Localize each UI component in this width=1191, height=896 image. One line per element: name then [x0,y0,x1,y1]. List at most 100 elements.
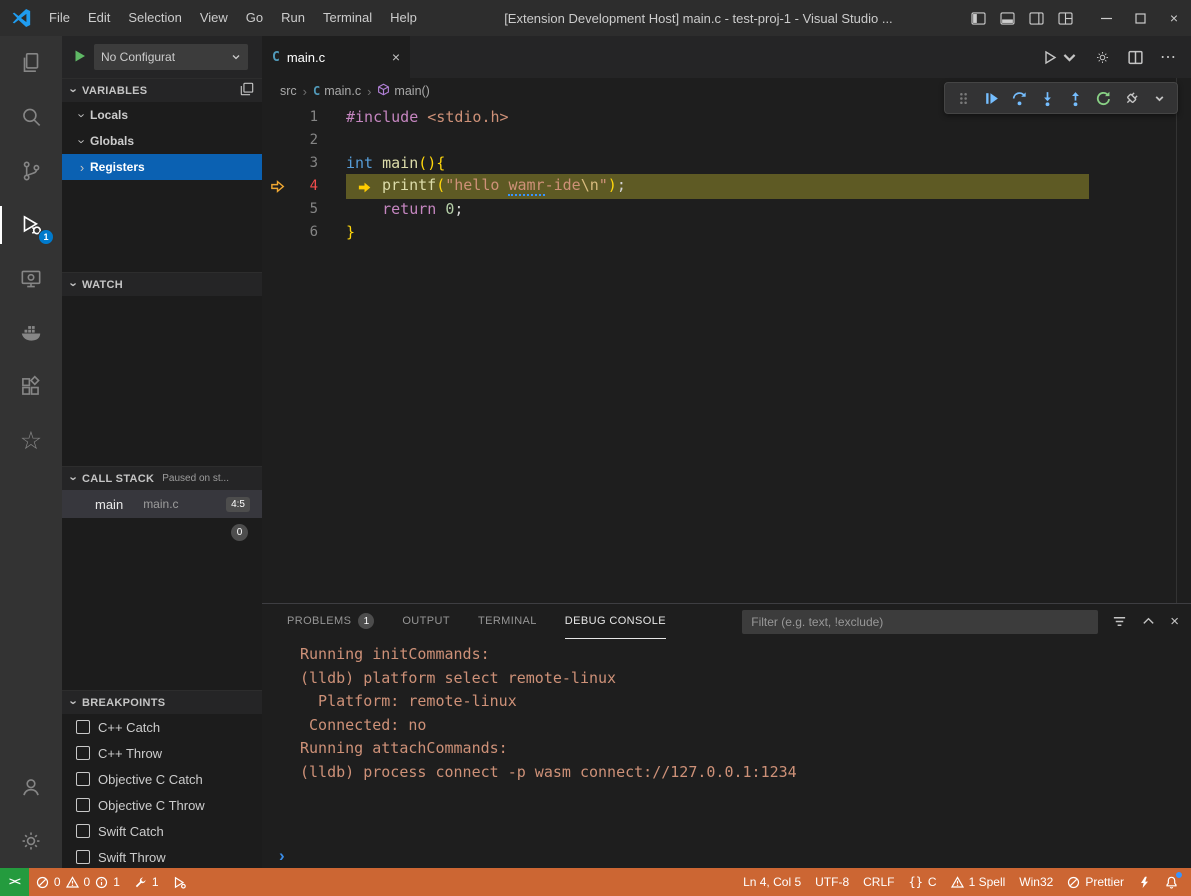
menu-view[interactable]: View [191,0,237,36]
checkbox-unchecked-icon[interactable] [76,798,90,812]
menu-run[interactable]: Run [272,0,314,36]
launch-config-dropdown[interactable]: No Configurat [94,44,248,70]
variables-item-globals[interactable]: › Globals [62,128,262,154]
breadcrumb-file[interactable]: C main.c [313,84,361,98]
close-tab-icon[interactable]: × [392,49,400,65]
toolbar-drag-grip[interactable] [951,85,975,111]
step-into-button[interactable] [1035,85,1059,111]
sidebar-item-remote-explorer[interactable] [0,252,62,306]
notifications-bell[interactable] [1158,868,1185,896]
breakpoint-c-throw[interactable]: C++ Throw [62,740,262,766]
minimize-button[interactable] [1089,0,1123,36]
spell-checker-status[interactable]: 1 Spell [944,868,1013,896]
call-stack-section-header[interactable]: › CALL STACK Paused on st... [62,466,262,490]
debug-console-output[interactable]: Running initCommands:(lldb) platform sel… [262,639,1191,844]
sidebar-item-docker[interactable] [0,306,62,360]
maximize-button[interactable] [1123,0,1157,36]
debug-options-chevron[interactable] [1147,85,1171,111]
language-mode[interactable]: {} C [901,868,943,896]
variables-section-header[interactable]: › VARIABLES [62,78,262,102]
toggle-panel-icon[interactable] [1000,12,1015,25]
code-text[interactable]: printf("hello wamr-ide\n"); [346,174,1089,199]
breadcrumb-symbol[interactable]: main() [377,83,429,99]
stack-frame-row[interactable]: main main.c 4:5 [62,490,262,518]
breakpoint-objective-c-catch[interactable]: Objective C Catch [62,766,262,792]
menu-go[interactable]: Go [237,0,272,36]
editor-scrollbar[interactable] [1176,78,1191,603]
debug-sidebar: No Configurat › VARIABLES › Locals › Glo… [62,36,262,868]
menu-terminal[interactable]: Terminal [314,0,381,36]
customize-layout-icon[interactable] [1058,12,1073,25]
checkbox-unchecked-icon[interactable] [76,824,90,838]
close-window-button[interactable]: × [1157,0,1191,36]
variables-item-registers[interactable]: › Registers [62,154,262,180]
sidebar-item-source-control[interactable] [0,144,62,198]
panel-tab-problems[interactable]: PROBLEMS1 [287,604,374,639]
maximize-panel-chevron-icon[interactable] [1141,614,1156,629]
debug-console-input[interactable]: › [262,844,1191,868]
checkbox-unchecked-icon[interactable] [76,720,90,734]
cursor-position[interactable]: Ln 4, Col 5 [736,868,808,896]
breakpoint-objective-c-throw[interactable]: Objective C Throw [62,792,262,818]
source-control-icon [18,158,44,184]
remote-indicator[interactable]: >< [0,868,29,896]
disconnect-button[interactable] [1119,85,1143,111]
close-panel-icon[interactable]: × [1170,613,1179,630]
split-editor-icon[interactable] [1127,49,1144,66]
console-filter-input[interactable] [742,610,1098,634]
account-button[interactable] [0,760,62,814]
continue-button[interactable] [979,85,1003,111]
settings-button[interactable] [0,814,62,868]
debug-status-item[interactable] [166,868,193,896]
sidebar-item-extensions[interactable] [0,360,62,414]
sidebar-item-search[interactable] [0,90,62,144]
checkbox-unchecked-icon[interactable] [76,850,90,864]
checkbox-unchecked-icon[interactable] [76,746,90,760]
code-editor[interactable]: 1 #include <stdio.h> 2 3 int main(){ 4 p… [262,104,1191,603]
run-file-button[interactable] [1042,49,1078,66]
tasks-status[interactable]: 1 [127,868,166,896]
collapse-all-icon[interactable] [240,82,254,99]
sidebar-item-run-debug[interactable]: 1 [0,198,62,252]
panel-tab-terminal[interactable]: TERMINAL [478,604,537,639]
panel-tab-debug-console[interactable]: DEBUG CONSOLE [565,604,666,639]
activity-bar-spacer [0,468,62,760]
menu-edit[interactable]: Edit [79,0,119,36]
tab-main-c[interactable]: C main.c × [262,36,410,78]
watch-section-header[interactable]: › WATCH [62,272,262,296]
breakpoint-swift-throw[interactable]: Swift Throw [62,844,262,868]
code-text[interactable]: #include <stdio.h> [346,106,509,129]
more-actions-icon[interactable]: ⋯ [1160,47,1177,67]
sidebar-item-explorer[interactable] [0,36,62,90]
platform-status[interactable]: Win32 [1012,868,1060,896]
code-text[interactable]: int main(){ [346,152,445,175]
glyph-margin-current[interactable] [262,179,292,194]
formatter-status[interactable]: Prettier [1060,868,1131,896]
menu-selection[interactable]: Selection [119,0,190,36]
toggle-sidebar-icon[interactable] [971,12,986,25]
restart-button[interactable] [1091,85,1115,111]
code-text[interactable]: } [346,221,355,244]
feedback-status[interactable] [1131,868,1158,896]
menu-help[interactable]: Help [381,0,426,36]
toggle-secondary-sidebar-icon[interactable] [1029,12,1044,25]
breakpoints-section-header[interactable]: › BREAKPOINTS [62,690,262,714]
sidebar-item-favorites[interactable]: ☆ [0,414,62,468]
variables-item-locals[interactable]: › Locals [62,102,262,128]
breadcrumb-src[interactable]: src [280,84,297,98]
panel-tab-output[interactable]: OUTPUT [402,604,450,639]
checkbox-unchecked-icon[interactable] [76,772,90,786]
breakpoint-swift-catch[interactable]: Swift Catch [62,818,262,844]
code-text[interactable]: return 0; [346,198,463,221]
chevron-down-icon: › [75,107,90,123]
console-filter-lines-icon[interactable] [1112,614,1127,629]
start-debug-button[interactable] [72,48,88,67]
encoding-status[interactable]: UTF-8 [808,868,856,896]
problems-status[interactable]: 0 0 1 [29,868,127,896]
eol-status[interactable]: CRLF [856,868,901,896]
step-over-button[interactable] [1007,85,1031,111]
step-out-button[interactable] [1063,85,1087,111]
config-gear-icon[interactable] [1094,49,1111,66]
breakpoint-c-catch[interactable]: C++ Catch [62,714,262,740]
menu-file[interactable]: File [40,0,79,36]
